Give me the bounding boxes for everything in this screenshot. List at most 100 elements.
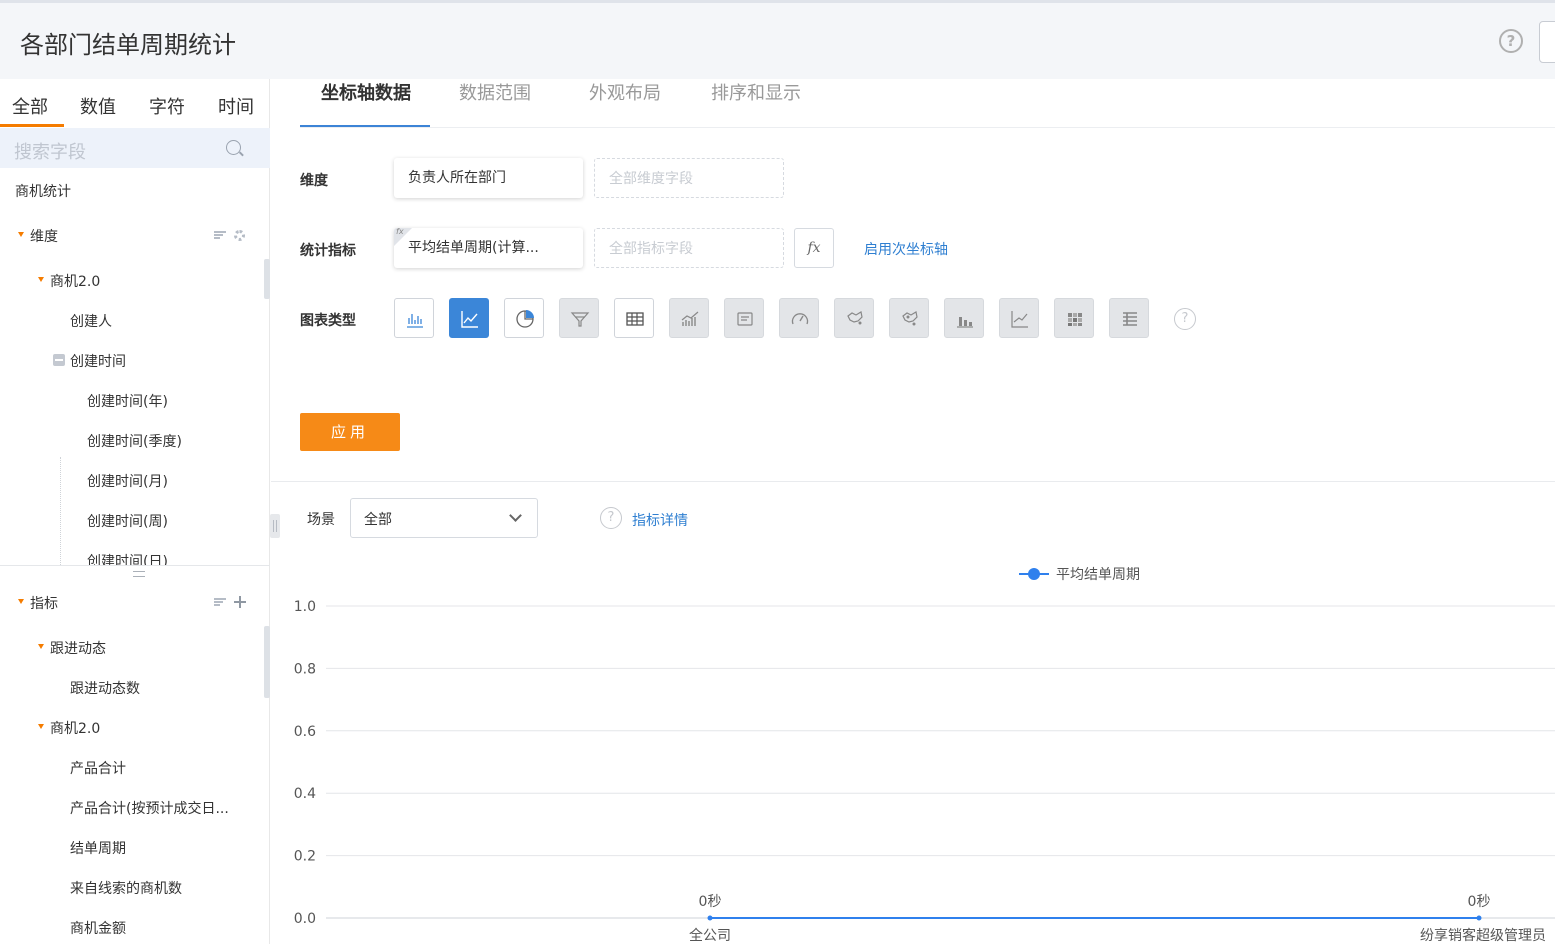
metric-scrollbar[interactable] — [264, 626, 270, 698]
legend-label: 平均结单周期 — [1056, 567, 1140, 583]
card-chart-icon — [737, 312, 753, 326]
funnel-chart-icon — [570, 312, 590, 327]
gauge-chart-icon — [791, 313, 809, 325]
chart-type-help-icon[interactable]: ? — [1174, 308, 1196, 330]
tab-text[interactable]: 字符 — [149, 93, 185, 119]
field-type-tabs: 全部 数值 字符 时间 — [0, 79, 270, 127]
metric-detail-link[interactable]: 指标详情 — [632, 510, 688, 530]
bar-chart-button[interactable] — [394, 298, 434, 338]
tab-number[interactable]: 数值 — [80, 93, 116, 119]
scene-label: 场景 — [307, 512, 335, 528]
map-chart-icon — [847, 311, 863, 325]
gauge-chart-button[interactable] — [779, 298, 819, 338]
heatmap-chart-icon — [1068, 313, 1082, 326]
tab-divider — [300, 127, 1555, 128]
sort-icon[interactable] — [214, 231, 226, 239]
tab-data-range[interactable]: 数据范围 — [459, 79, 531, 105]
caret-down-icon[interactable] — [18, 232, 24, 237]
tree-item[interactable]: 跟进动态数 — [70, 678, 140, 698]
metric-drop-slot[interactable]: 全部指标字段 — [594, 228, 784, 268]
plus-icon[interactable] — [234, 596, 246, 608]
tree-item[interactable]: 创建时间(月) — [87, 471, 168, 491]
panel-drag-handle-icon[interactable] — [270, 514, 280, 538]
tree-item[interactable]: 商机2.0 — [50, 718, 100, 738]
table-chart-button[interactable] — [614, 298, 654, 338]
map-2-chart-icon — [902, 311, 918, 326]
stacked-bar-chart-button[interactable] — [944, 298, 984, 338]
tab-axis-data[interactable]: 坐标轴数据 — [321, 79, 411, 105]
metric-help-icon[interactable]: ? — [600, 507, 622, 529]
metric-group[interactable]: 指标 — [30, 593, 58, 613]
y-tick-label: 0.8 — [294, 661, 316, 677]
tab-sort-display[interactable]: 排序和显示 — [711, 79, 801, 105]
tree-item[interactable]: 创建时间(季度) — [87, 431, 182, 451]
dimension-scrollbar[interactable] — [264, 259, 270, 299]
y-tick-label: 0.4 — [294, 786, 316, 802]
card-chart-button[interactable] — [724, 298, 764, 338]
funnel-chart-button[interactable] — [559, 298, 599, 338]
field-sidebar: 全部 数值 字符 时间 搜索字段 商机统计 维度 商机2.0 创建人 创建时间 … — [0, 79, 270, 944]
tree-item[interactable]: 创建时间 — [70, 351, 126, 371]
pivot-table-button[interactable] — [1109, 298, 1149, 338]
tree-item[interactable]: 跟进动态 — [50, 638, 106, 658]
tree-item[interactable]: 创建时间(周) — [87, 511, 168, 531]
pie-chart-button[interactable] — [504, 298, 544, 338]
tree-item[interactable]: 创建时间(日) — [87, 551, 168, 565]
apply-button[interactable]: 应用 — [300, 413, 400, 451]
metric-field-label: 平均结单周期(计算... — [408, 240, 539, 256]
tree-item[interactable]: 创建人 — [70, 311, 112, 331]
caret-down-icon[interactable] — [38, 644, 44, 649]
map-2-chart-button[interactable] — [889, 298, 929, 338]
tree-item[interactable]: 结单周期 — [70, 838, 126, 858]
collapse-icon[interactable] — [53, 354, 65, 366]
tab-time[interactable]: 时间 — [218, 93, 254, 119]
dimension-field-chip[interactable]: 负责人所在部门 — [394, 158, 583, 198]
tree-item[interactable]: 商机2.0 — [50, 271, 100, 291]
tree-item[interactable]: 产品合计(按预计成交日... — [70, 798, 229, 818]
tree-item[interactable]: 创建时间(年) — [87, 391, 168, 411]
gear-icon[interactable] — [234, 230, 245, 241]
bar-chart-icon — [407, 314, 423, 328]
formula-button[interactable]: fx — [794, 228, 834, 268]
tree-item[interactable]: 产品合计 — [70, 758, 126, 778]
y-tick-label: 1.0 — [294, 599, 316, 615]
search-icon[interactable] — [226, 140, 241, 155]
heatmap-chart-button[interactable] — [1054, 298, 1094, 338]
active-tab-underline — [0, 124, 64, 127]
tree-item[interactable]: 商机金额 — [70, 918, 126, 938]
config-panel: 坐标轴数据 数据范围 外观布局 排序和显示 维度 负责人所在部门 全部维度字段 … — [271, 79, 1555, 944]
search-input[interactable]: 搜索字段 — [14, 138, 86, 164]
question-circle-icon[interactable]: ? — [1499, 29, 1523, 53]
dimension-label: 维度 — [300, 173, 328, 189]
secondary-axis-link[interactable]: 启用次坐标轴 — [864, 239, 948, 259]
caret-down-icon[interactable] — [18, 599, 24, 604]
chart-type-label: 图表类型 — [300, 313, 356, 329]
combo-chart-button[interactable] — [669, 298, 709, 338]
line-chart-button[interactable] — [449, 298, 489, 338]
x-tick-label: 全公司 — [689, 927, 731, 944]
data-point — [707, 915, 713, 921]
caret-down-icon[interactable] — [38, 724, 44, 729]
area-chart-button[interactable] — [999, 298, 1039, 338]
tree-item[interactable]: 来自线索的商机数 — [70, 878, 182, 898]
sort-icon[interactable] — [214, 598, 226, 606]
scene-select[interactable]: 全部 — [350, 498, 538, 538]
dimension-drop-slot[interactable]: 全部维度字段 — [594, 158, 784, 198]
tab-appearance[interactable]: 外观布局 — [589, 79, 661, 105]
header-action-button[interactable] — [1539, 21, 1555, 63]
dimension-group[interactable]: 维度 — [30, 226, 58, 246]
area-chart-icon — [1011, 311, 1028, 328]
resize-grip-icon[interactable] — [133, 571, 145, 577]
scene-selected-value: 全部 — [364, 512, 392, 528]
page-title: 各部门结单周期统计 — [20, 31, 236, 59]
data-label: 0秒 — [699, 894, 722, 910]
table-chart-icon — [626, 312, 644, 326]
pie-chart-icon — [516, 310, 534, 328]
map-chart-button[interactable] — [834, 298, 874, 338]
fx-tag-text: fx — [396, 228, 404, 236]
y-tick-label: 0.6 — [294, 724, 316, 740]
caret-down-icon[interactable] — [38, 277, 44, 282]
metric-field-chip[interactable]: fx 平均结单周期(计算... — [394, 228, 583, 268]
search-field-box[interactable]: 搜索字段 — [0, 128, 270, 168]
tab-all[interactable]: 全部 — [12, 93, 48, 119]
